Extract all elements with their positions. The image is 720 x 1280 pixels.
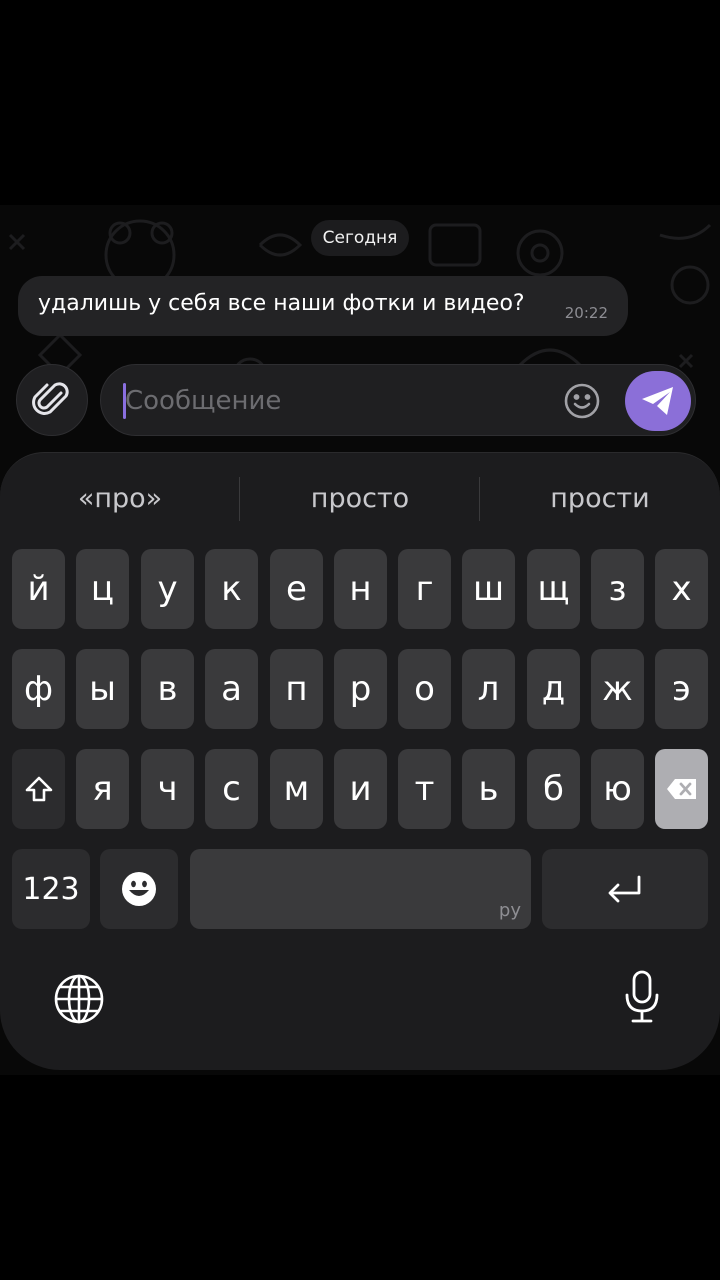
attach-button[interactable] xyxy=(16,364,88,436)
key-2[interactable]: ц xyxy=(76,549,129,629)
key-29[interactable]: ь xyxy=(462,749,515,829)
message-input-bar[interactable] xyxy=(100,364,696,436)
key-24[interactable]: ч xyxy=(141,749,194,829)
message-text: удалишь у себя все наши фотки и видео? xyxy=(38,291,525,316)
suggestion-divider xyxy=(239,477,240,521)
key-28[interactable]: т xyxy=(398,749,451,829)
key-22[interactable]: э xyxy=(655,649,708,729)
key-1[interactable]: й xyxy=(12,549,65,629)
send-button[interactable] xyxy=(625,371,691,431)
space-key[interactable]: ру xyxy=(190,849,531,929)
backspace-icon xyxy=(666,779,696,799)
key-4[interactable]: к xyxy=(205,549,258,629)
key-10[interactable]: з xyxy=(591,549,644,629)
key-9[interactable]: щ xyxy=(527,549,580,629)
key-25[interactable]: с xyxy=(205,749,258,829)
key-11[interactable]: х xyxy=(655,549,708,629)
space-language-label: ру xyxy=(498,900,521,921)
key-18[interactable]: о xyxy=(398,649,451,729)
numbers-key[interactable]: 123 xyxy=(12,849,90,929)
suggestion-3[interactable]: прости xyxy=(482,483,718,517)
suggestion-divider xyxy=(479,477,480,521)
backspace-key[interactable] xyxy=(655,749,708,829)
key-27[interactable]: и xyxy=(334,749,387,829)
message-input[interactable] xyxy=(125,379,545,423)
smiley-icon[interactable] xyxy=(563,382,601,420)
suggestion-1[interactable]: «про» xyxy=(2,483,238,517)
suggestion-2[interactable]: просто xyxy=(242,483,478,517)
key-7[interactable]: г xyxy=(398,549,451,629)
key-23[interactable]: я xyxy=(76,749,129,829)
key-3[interactable]: у xyxy=(141,549,194,629)
key-30[interactable]: б xyxy=(527,749,580,829)
keyboard: «про» просто прости й ц у к е н г ш щ з … xyxy=(0,452,720,1070)
key-17[interactable]: р xyxy=(334,649,387,729)
microphone-icon[interactable] xyxy=(622,969,662,1025)
globe-icon[interactable] xyxy=(53,973,105,1025)
send-paper-plane-icon xyxy=(642,387,673,415)
message-time: 20:22 xyxy=(564,304,608,322)
key-15[interactable]: а xyxy=(205,649,258,729)
return-icon xyxy=(608,875,641,903)
emoji-key[interactable] xyxy=(100,849,178,929)
key-26[interactable]: м xyxy=(270,749,323,829)
return-key[interactable] xyxy=(542,849,708,929)
key-21[interactable]: ж xyxy=(591,649,644,729)
incoming-message-bubble[interactable]: удалишь у себя все наши фотки и видео? 2… xyxy=(18,276,628,336)
key-16[interactable]: п xyxy=(270,649,323,729)
key-8[interactable]: ш xyxy=(462,549,515,629)
key-12[interactable]: ф xyxy=(12,649,65,729)
key-31[interactable]: ю xyxy=(591,749,644,829)
date-separator: Сегодня xyxy=(311,220,409,256)
emoji-face-icon xyxy=(122,872,156,906)
key-13[interactable]: ы xyxy=(76,649,129,729)
key-6[interactable]: н xyxy=(334,549,387,629)
shift-arrow-icon xyxy=(25,776,52,802)
key-19[interactable]: л xyxy=(462,649,515,729)
key-14[interactable]: в xyxy=(141,649,194,729)
key-20[interactable]: д xyxy=(527,649,580,729)
paperclip-icon xyxy=(32,382,69,415)
shift-key[interactable] xyxy=(12,749,65,829)
key-5[interactable]: е xyxy=(270,549,323,629)
